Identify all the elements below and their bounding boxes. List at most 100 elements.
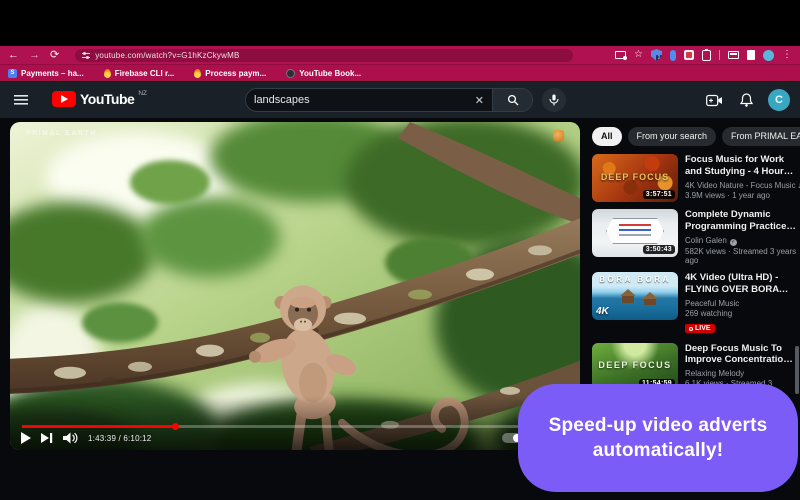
player-controls: 1:43:39 / 6:10:12 CC	[20, 429, 570, 447]
youtube-region: NZ	[138, 90, 147, 97]
bookmark-process-payments[interactable]: Process paym...	[194, 69, 266, 78]
bungalow-roof	[642, 292, 658, 299]
video-thumbnail[interactable]: DEEP FOCUS 3:57:51	[592, 154, 678, 202]
duration-badge: 3:57:51	[643, 190, 675, 199]
red-extension-icon[interactable]	[684, 50, 694, 60]
scrollbar-thumb[interactable]	[795, 346, 799, 394]
suggested-video-1[interactable]: DEEP FOCUS 3:57:51 Focus Music for Work …	[592, 154, 797, 202]
bungalow	[622, 296, 634, 303]
side-panel-icon[interactable]	[747, 50, 755, 60]
thumb-4k-mark: 4K	[596, 306, 609, 317]
bookmark-label: Firebase CLI r...	[115, 69, 175, 78]
video-meta: 3.9M views · 1 year ago	[685, 191, 797, 200]
thumb-overlay-text: DEEP FOCUS	[592, 360, 678, 370]
bookmark-youtube-book[interactable]: YouTube Book...	[286, 69, 361, 78]
video-title[interactable]: Deep Focus Music To Improve Concentratio…	[685, 343, 797, 367]
bungalow-roof	[620, 289, 636, 296]
search-icon	[507, 94, 519, 106]
bookmark-payments[interactable]: S Payments – ha...	[8, 69, 84, 78]
cast-icon[interactable]	[615, 51, 626, 59]
notifications-bell-icon[interactable]	[740, 93, 753, 107]
clear-search-icon[interactable]: ✕	[467, 94, 492, 107]
back-icon[interactable]: ←	[8, 50, 19, 61]
search-box[interactable]: ✕	[245, 88, 533, 112]
promo-text-line1: Speed-up video adverts	[549, 415, 768, 437]
filter-chips: All From your search From PRIMAL EARTH ›	[592, 126, 797, 146]
channel-logo-icon[interactable]	[553, 130, 564, 141]
video-meta: 269 watching	[685, 309, 797, 318]
suggested-video-3[interactable]: BORA BORA 4K 4K Video (Ultra HD) - FLYIN…	[592, 272, 797, 336]
video-title[interactable]: Complete Dynamic Programming Practice - …	[685, 209, 797, 233]
bookmark-firebase-cli[interactable]: Firebase CLI r...	[104, 69, 175, 78]
chip-all[interactable]: All	[592, 127, 622, 146]
promo-text-line2: automatically!	[593, 440, 724, 462]
extension-badge: 1	[656, 55, 662, 61]
dark-globe-icon	[286, 69, 295, 78]
duration-badge: 3:50:43	[643, 245, 675, 254]
wallet-icon[interactable]	[728, 51, 739, 59]
clipboard-extension-icon[interactable]	[702, 50, 711, 61]
url-bar[interactable]: youtube.com/watch?v=G1hKzCkywMB	[75, 49, 573, 62]
bookmark-label: Process paym...	[205, 69, 266, 78]
reload-icon[interactable]: ⟳	[50, 50, 59, 61]
site-settings-icon[interactable]	[82, 52, 90, 59]
adblock-extension-icon[interactable]: 1	[651, 49, 662, 61]
bookmark-star-icon[interactable]: ☆	[634, 50, 643, 60]
video-progress-fill	[22, 425, 175, 428]
verified-badge-icon: ✓	[730, 239, 737, 246]
menu-hamburger-icon[interactable]	[14, 95, 28, 105]
youtube-wordmark: YouTube	[80, 91, 134, 107]
youtube-play-icon	[52, 91, 76, 107]
chip-from-your-search[interactable]: From your search	[628, 127, 717, 146]
url-text[interactable]: youtube.com/watch?v=G1hKzCkywMB	[95, 51, 239, 60]
browser-toolbar: ← → ⟳ youtube.com/watch?v=G1hKzCkywMB ☆ …	[0, 46, 800, 64]
search-button[interactable]	[492, 88, 532, 112]
thumb-overlay-text: BORA BORA	[592, 275, 678, 284]
channel-name[interactable]: Colin Galen✓	[685, 236, 797, 246]
account-avatar[interactable]: C	[768, 89, 790, 111]
bookmarks-bar: S Payments – ha... Firebase CLI r... Pro…	[0, 64, 800, 81]
screen: ← → ⟳ youtube.com/watch?v=G1hKzCkywMB ☆ …	[0, 0, 800, 500]
promo-overlay: Speed-up video adverts automatically!	[518, 384, 798, 492]
video-thumbnail[interactable]: BORA BORA 4K	[592, 272, 678, 320]
firebase-flame-icon	[104, 69, 111, 78]
suggested-video-2[interactable]: 3:50:43 Complete Dynamic Programming Pra…	[592, 209, 797, 265]
youtube-header: YouTube NZ ✕	[0, 82, 800, 118]
channel-name[interactable]: Relaxing Melody	[685, 369, 797, 378]
password-extension-icon[interactable]	[670, 50, 676, 61]
bookmark-label: Payments – ha...	[21, 69, 84, 78]
mic-icon	[549, 94, 559, 106]
forward-icon[interactable]: →	[29, 50, 40, 61]
video-title[interactable]: Focus Music for Work and Studying - 4 Ho…	[685, 154, 797, 178]
channel-name-text: Colin Galen	[685, 236, 727, 245]
youtube-logo[interactable]: YouTube NZ	[52, 91, 147, 107]
video-progress-bar[interactable]	[22, 425, 568, 428]
browser-menu-icon[interactable]: ⋮	[782, 50, 792, 60]
video-thumbnail[interactable]: 3:50:43	[592, 209, 678, 257]
voice-search-button[interactable]	[542, 88, 566, 112]
stripe-icon: S	[8, 69, 17, 78]
time-display: 1:43:39 / 6:10:12	[88, 434, 151, 443]
browser-profile-avatar[interactable]	[763, 50, 774, 61]
next-video-button[interactable]	[41, 432, 53, 444]
video-meta: 582K views · Streamed 3 years ago	[685, 247, 797, 265]
search-input[interactable]	[246, 94, 467, 106]
channel-watermark: PRIMAL EARTH	[26, 130, 97, 137]
bungalow	[644, 299, 656, 305]
bookmark-label: YouTube Book...	[299, 69, 361, 78]
whiteboard-diagram	[606, 218, 664, 244]
thumb-overlay-text: DEEP FOCUS	[592, 172, 678, 182]
live-dot-icon	[689, 327, 693, 331]
chip-from-primal-earth[interactable]: From PRIMAL EARTH	[722, 127, 800, 146]
video-title[interactable]: 4K Video (Ultra HD) - FLYING OVER BORA B…	[685, 272, 797, 296]
live-badge: LIVE	[685, 324, 715, 333]
channel-name[interactable]: Peaceful Music	[685, 299, 797, 308]
volume-button[interactable]	[63, 432, 78, 444]
live-label: LIVE	[695, 325, 711, 332]
channel-name[interactable]: 4K Video Nature - Focus Music ♪	[685, 181, 797, 190]
firebase-flame-icon	[194, 69, 201, 78]
toolbar-divider	[719, 50, 720, 60]
video-player[interactable]: PRIMAL EARTH 1:43:39 / 6:10:	[10, 122, 580, 450]
play-pause-button[interactable]	[20, 432, 31, 444]
create-video-icon[interactable]	[706, 94, 725, 107]
